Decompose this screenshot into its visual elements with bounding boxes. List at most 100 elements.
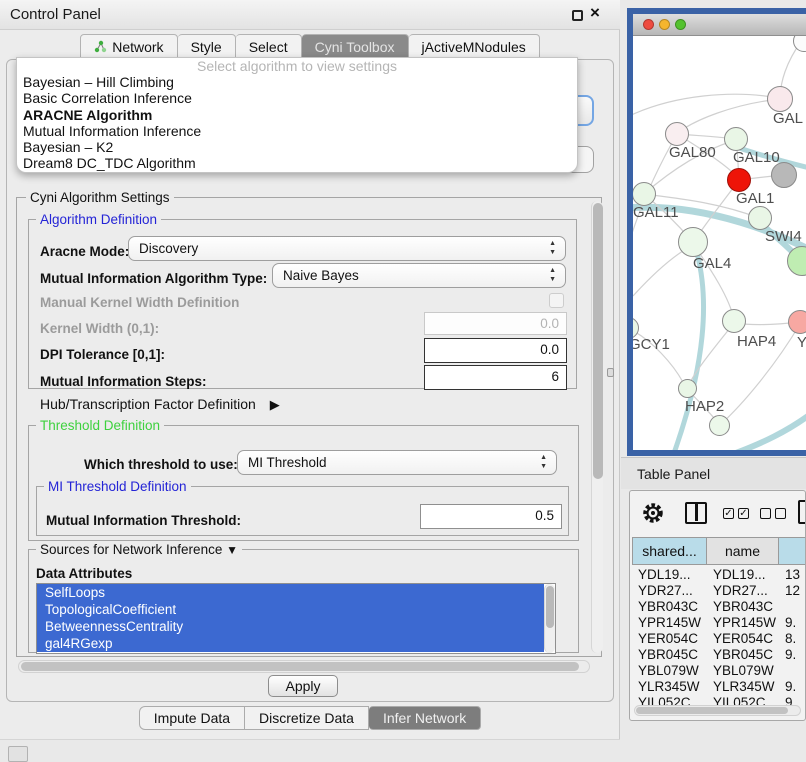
table-row[interactable]: YBL079WYBL079W [632,663,805,679]
dpi-tolerance-field[interactable]: 0.0 [424,338,567,363]
stepper-arrows-icon: ▲▼ [540,453,547,471]
control-panel-titlebar: Control Panel × [0,0,620,30]
table-panel: ✓ ✓ shared... name YDL19...YDL19...13 YD… [629,490,806,721]
scrollbar-thumb[interactable] [593,203,603,479]
tab-style[interactable]: Style [178,34,236,59]
tab-discretize-data[interactable]: Discretize Data [245,706,369,730]
node-label: GAL80 [669,144,716,161]
close-traffic-light-icon[interactable] [643,19,654,30]
apply-button[interactable]: Apply [268,675,338,697]
tab-cyni-toolbox[interactable]: Cyni Toolbox [302,34,409,59]
network-window-titlebar[interactable] [633,14,806,36]
kernel-width-field[interactable]: 0.0 [424,312,567,335]
tab-infer-network[interactable]: Infer Network [369,706,481,730]
unchecked-checkbox-icon[interactable] [760,508,771,519]
attribute-list-scrollbar[interactable] [544,584,555,653]
checked-checkbox-icon[interactable]: ✓ [723,508,734,519]
column-header-name[interactable]: name [707,537,779,565]
mi-threshold-field[interactable]: 0.5 [420,504,562,529]
expand-down-icon: ▼ [226,543,238,557]
algorithm-option[interactable]: Dream8 DC_TDC Algorithm [17,155,577,171]
document-icon[interactable] [798,500,806,524]
mi-steps-field[interactable]: 6 [424,365,567,390]
network-node[interactable] [633,182,656,206]
close-icon[interactable]: × [590,3,600,23]
manual-kernel-checkbox[interactable] [549,293,564,308]
node-label: GAL4 [693,255,731,272]
table-row[interactable]: YIL052CYIL052C9 [632,695,805,705]
column-header-partial[interactable] [779,537,806,565]
settings-horizontal-scrollbar[interactable] [18,660,590,673]
scrollbar-thumb[interactable] [636,707,788,714]
algorithm-option[interactable]: Basic Correlation Inference [17,90,577,106]
network-node[interactable] [724,127,748,151]
network-node[interactable] [665,122,689,146]
aracne-mode-select[interactable]: Discovery ▲▼ [128,236,566,261]
table-panel-title: Table Panel [637,466,710,482]
manual-kernel-label: Manual Kernel Width Definition [40,295,239,310]
hub-definition-toggle[interactable]: Hub/Transcription Factor Definition ▶ [40,396,280,413]
settings-vertical-scrollbar[interactable] [591,201,603,653]
attribute-item[interactable]: gal4RGexp [37,635,544,652]
minimized-panel-icon[interactable] [8,746,28,762]
node-label: HAP4 [737,333,776,350]
table-panel-header: Table Panel [621,457,806,489]
table-header-row: shared... name [632,537,806,565]
splitter-grip[interactable] [607,368,614,377]
table-row[interactable]: YER054CYER054C8. [632,631,805,647]
network-node-selected-red[interactable] [727,168,751,192]
network-icon [94,40,107,53]
tab-impute-data[interactable]: Impute Data [139,706,245,730]
network-node[interactable] [767,86,793,112]
algorithm-option-selected[interactable]: ARACNE Algorithm [17,107,577,123]
zoom-traffic-light-icon[interactable] [675,19,686,30]
network-node[interactable] [722,309,746,333]
node-label: GAL1 [736,190,774,207]
table-row[interactable]: YBR045CYBR045C9. [632,647,805,663]
table-row[interactable]: YBR043CYBR043C [632,599,805,615]
column-header-shared-name[interactable]: shared... [632,537,707,565]
network-node[interactable] [678,227,708,257]
stepper-arrows-icon: ▲▼ [549,266,556,284]
scrollbar-thumb[interactable] [21,662,579,671]
attribute-item[interactable]: SelfLoops [37,584,544,601]
checked-checkbox-icon[interactable]: ✓ [738,508,749,519]
settings-group-title: Cyni Algorithm Settings [26,190,174,205]
dpi-tolerance-label: DPI Tolerance [0,1]: [40,347,165,362]
algorithm-option[interactable]: Bayesian – K2 [17,139,577,155]
sources-group-title[interactable]: Sources for Network Inference ▼ [36,542,242,557]
mi-type-label: Mutual Information Algorithm Type: [40,271,267,286]
table-row[interactable]: YLR345WYLR345W9. [632,679,805,695]
network-node[interactable] [709,415,730,436]
attribute-item[interactable]: BetweennessCentrality [37,618,544,635]
float-window-icon[interactable] [572,10,583,21]
tab-jactivemnodules[interactable]: jActiveMNodules [409,34,540,59]
minimize-traffic-light-icon[interactable] [659,19,670,30]
column-selector-icon[interactable] [685,502,707,524]
gear-icon[interactable] [642,502,664,524]
node-label: GAL [773,110,803,127]
tab-network[interactable]: Network [80,34,177,59]
unchecked-checkbox-icon[interactable] [775,508,786,519]
algorithm-option[interactable]: Bayesian – Hill Climbing [17,74,577,90]
table-row[interactable]: YPR145WYPR145W9. [632,615,805,631]
algorithm-dropdown-popup: Select algorithm to view settings Bayesi… [16,57,578,173]
table-row[interactable]: YDL19...YDL19...13 [632,567,805,583]
network-node[interactable] [788,310,806,334]
network-canvas[interactable]: GAL GAL80 GAL10 GAL1 GAL11 SWI4 GAL4 GCY… [633,36,806,450]
which-threshold-select[interactable]: MI Threshold ▲▼ [237,450,557,475]
scrollbar-thumb[interactable] [546,586,554,628]
table-horizontal-scrollbar[interactable] [634,705,801,716]
mi-type-select[interactable]: Naive Bayes ▲▼ [272,263,566,288]
network-node[interactable] [771,162,797,188]
network-view-window: GAL GAL80 GAL10 GAL1 GAL11 SWI4 GAL4 GCY… [627,8,806,456]
table-row[interactable]: YDR27...YDR27...12 [632,583,805,599]
network-node[interactable] [748,206,772,230]
algorithm-option[interactable]: Mutual Information Inference [17,123,577,139]
network-node[interactable] [678,379,697,398]
stepper-arrows-icon: ▲▼ [549,239,556,257]
node-label: GAL11 [633,204,679,221]
attribute-item[interactable]: TopologicalCoefficient [37,601,544,618]
tab-select[interactable]: Select [236,34,302,59]
popup-prompt: Select algorithm to view settings [17,58,577,74]
